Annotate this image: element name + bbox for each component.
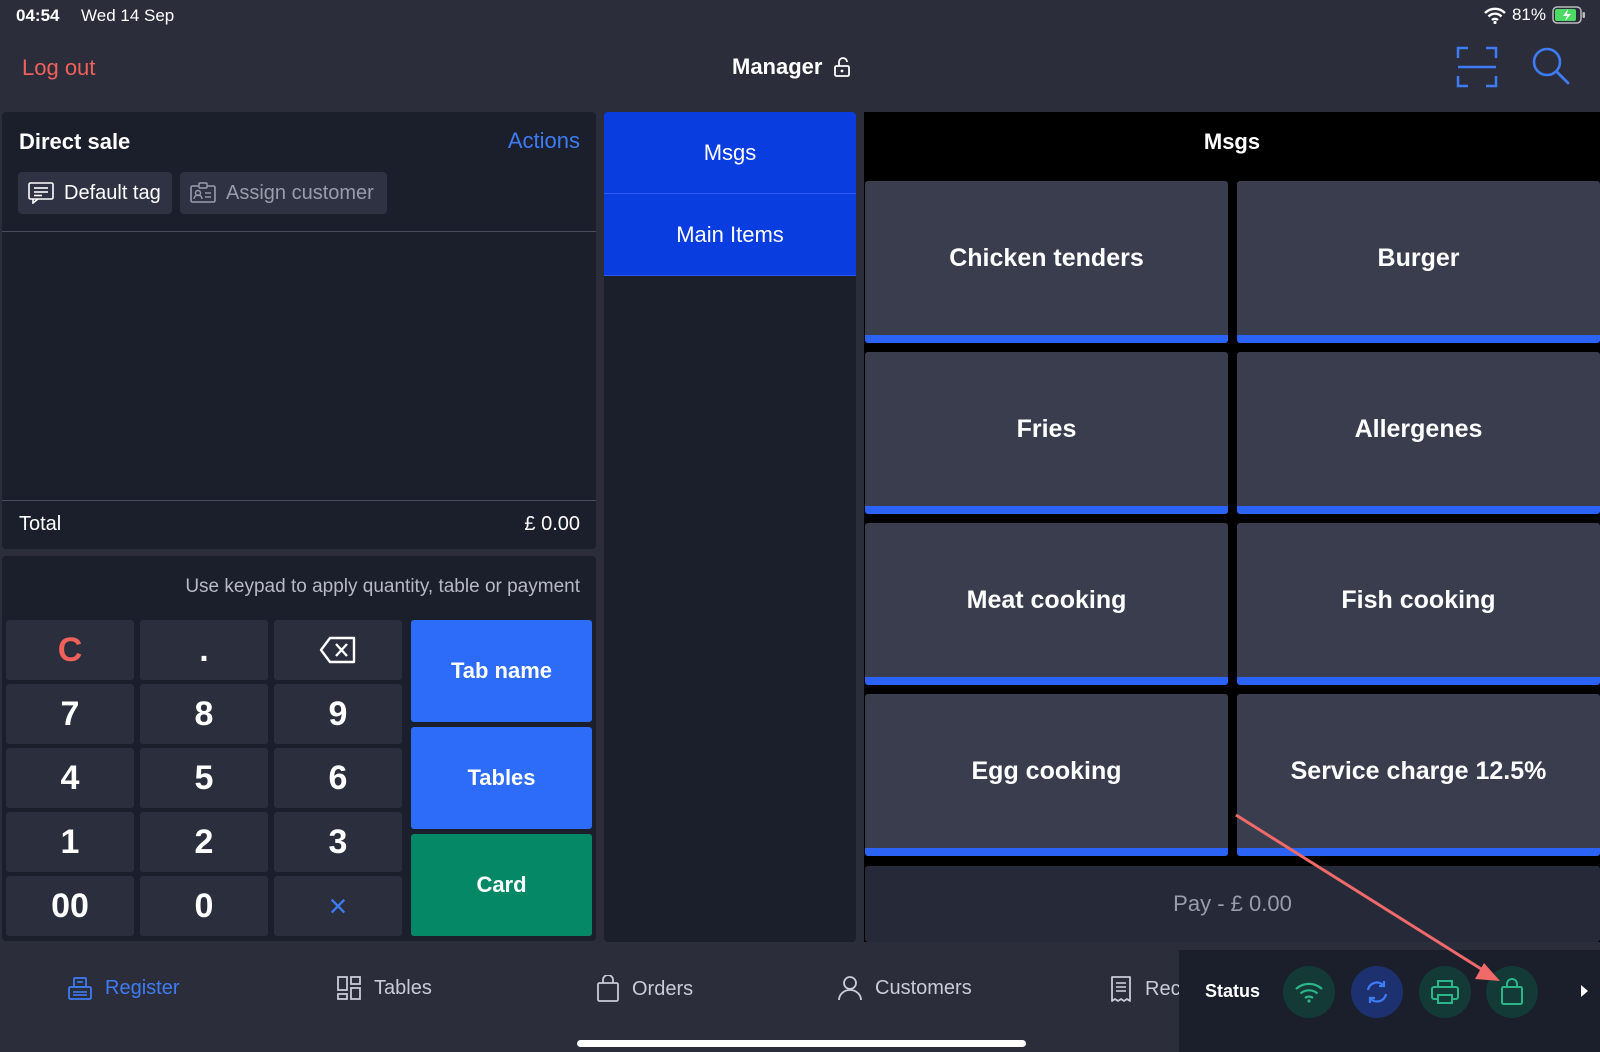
digit-key-9[interactable]: 9: [274, 684, 402, 744]
receipts-icon: [1111, 976, 1131, 1002]
nav-register[interactable]: Register: [67, 975, 179, 1001]
digit-key-00[interactable]: 00: [6, 876, 134, 936]
tables-button[interactable]: Tables: [411, 727, 592, 829]
digit-key-7[interactable]: 7: [6, 684, 134, 744]
bottom-nav: Register Tables Orders Customers Rec Sta…: [0, 950, 1600, 1052]
user-switch[interactable]: Manager: [732, 54, 852, 80]
category-main-items[interactable]: Main Items: [604, 194, 856, 276]
unlock-icon: [834, 57, 851, 77]
nav-tables[interactable]: Tables: [336, 975, 432, 1001]
multiply-key[interactable]: ×: [274, 876, 402, 936]
nav-orders[interactable]: Orders: [596, 975, 693, 1003]
wifi-icon: [1295, 982, 1323, 1003]
digit-key-4[interactable]: 4: [6, 748, 134, 808]
items-title: Msgs: [1203, 129, 1261, 154]
assign-customer-button[interactable]: Assign customer: [180, 172, 387, 214]
status-label: Status: [1205, 981, 1261, 1001]
digit-key-6[interactable]: 6: [274, 748, 402, 808]
digit-key-8[interactable]: 8: [140, 684, 268, 744]
sale-title: Direct sale: [19, 129, 131, 154]
item-tile[interactable]: Burger: [1237, 181, 1600, 343]
assign-customer-label: Assign customer: [226, 181, 374, 204]
total-label: Total: [19, 513, 62, 535]
sync-icon: [1366, 981, 1388, 1003]
tables-icon: [337, 976, 361, 1000]
item-tile[interactable]: Allergenes: [1237, 352, 1600, 514]
clock: 04:54: [16, 6, 60, 25]
user-name: Manager: [732, 54, 823, 79]
pay-button[interactable]: Pay - £ 0.00: [865, 866, 1600, 942]
item-tile[interactable]: Service charge 12.5%: [1237, 694, 1600, 856]
nav-tables-label: Tables: [374, 976, 432, 999]
item-tile[interactable]: Meat cooking: [865, 523, 1228, 685]
tag-icon: [28, 182, 54, 204]
sync-status-button[interactable]: [1351, 966, 1403, 1018]
keypad-hint: Use keypad to apply quantity, table or p…: [185, 576, 580, 597]
chevron-right-icon[interactable]: [1578, 983, 1590, 999]
orders-icon: [597, 975, 619, 1002]
digit-key-0[interactable]: 0: [140, 876, 268, 936]
bag-icon: [1501, 978, 1523, 1005]
search-icon[interactable]: [1531, 46, 1571, 86]
tab-name-button[interactable]: Tab name: [411, 620, 592, 722]
ticket-panel: Direct sale Actions Default tag Assign c…: [2, 112, 596, 549]
logout-button[interactable]: Log out: [22, 55, 95, 81]
orders-status-button[interactable]: [1486, 966, 1538, 1018]
category-list: Msgs Main Items: [604, 112, 856, 942]
nav-customers-label: Customers: [875, 976, 972, 999]
customers-icon: [838, 976, 862, 1001]
app-header: Log out Manager: [0, 30, 1600, 104]
total-value: £ 0.00: [524, 513, 580, 535]
printer-status-button[interactable]: [1419, 966, 1471, 1018]
battery-percent: 81%: [1511, 5, 1546, 24]
date: Wed 14 Sep: [81, 6, 175, 25]
default-tag-label: Default tag: [64, 181, 161, 204]
nav-register-label: Register: [105, 976, 180, 999]
customer-card-icon: [190, 182, 216, 203]
default-tag-button[interactable]: Default tag: [18, 172, 172, 214]
status-right: 81%: [1484, 5, 1586, 25]
scan-icon[interactable]: [1456, 46, 1498, 88]
item-tile[interactable]: Fries: [865, 352, 1228, 514]
divider: [2, 231, 596, 232]
wifi-icon: [1484, 7, 1506, 24]
item-tile[interactable]: Egg cooking: [865, 694, 1228, 856]
category-msgs[interactable]: Msgs: [604, 112, 856, 194]
nav-orders-label: Orders: [632, 977, 694, 1000]
actions-button[interactable]: Actions: [508, 128, 580, 154]
battery-icon: [1552, 6, 1585, 24]
item-tile[interactable]: Chicken tenders: [865, 181, 1228, 343]
digit-key-5[interactable]: 5: [140, 748, 268, 808]
digit-key-2[interactable]: 2: [140, 812, 268, 872]
item-tile[interactable]: Fish cooking: [1237, 523, 1600, 685]
status-panel: Status: [1179, 950, 1600, 1052]
register-icon: [68, 977, 92, 1000]
backspace-icon: [319, 636, 356, 664]
backspace-key[interactable]: [274, 620, 402, 680]
divider: [2, 500, 596, 501]
nav-customers[interactable]: Customers: [837, 975, 972, 1001]
items-panel: Msgs Chicken tenders Burger Fries Allerg…: [864, 112, 1600, 942]
system-status-bar: 04:54 Wed 14 Sep 81%: [0, 0, 1600, 30]
home-indicator: [577, 1040, 1026, 1047]
digit-key-1[interactable]: 1: [6, 812, 134, 872]
nav-receipts-label: Rec: [1145, 977, 1181, 1000]
wifi-status-button[interactable]: [1283, 966, 1335, 1018]
nav-receipts[interactable]: Rec: [1109, 975, 1181, 1003]
clear-key[interactable]: C: [6, 620, 134, 680]
card-payment-button[interactable]: Card: [411, 834, 592, 936]
decimal-key[interactable]: .: [140, 620, 268, 680]
keypad-panel: Use keypad to apply quantity, table or p…: [2, 556, 596, 941]
printer-icon: [1431, 980, 1459, 1004]
digit-key-3[interactable]: 3: [274, 812, 402, 872]
